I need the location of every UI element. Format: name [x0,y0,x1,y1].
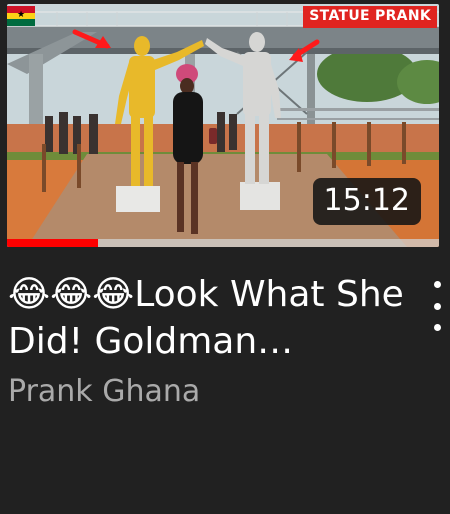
video-card[interactable]: ★ STATUE PRANK 15:12 😂😂😂Look What She Di… [0,0,450,514]
watch-progress-bar [7,239,439,247]
menu-dot [433,302,441,310]
more-vert-icon[interactable] [424,281,450,331]
watch-progress-fill [7,239,98,247]
duration-badge: 15:12 [312,178,421,225]
channel-name[interactable]: Prank Ghana [8,372,200,412]
video-title[interactable]: 😂😂😂Look What She Did! Goldman Reaction [8,271,408,365]
video-thumbnail[interactable]: ★ STATUE PRANK 15:12 [7,4,439,247]
menu-dot [433,281,441,288]
ghana-flag-icon: ★ [7,6,35,27]
thumbnail-overlay-label: STATUE PRANK [303,6,437,28]
menu-dot [433,324,441,331]
